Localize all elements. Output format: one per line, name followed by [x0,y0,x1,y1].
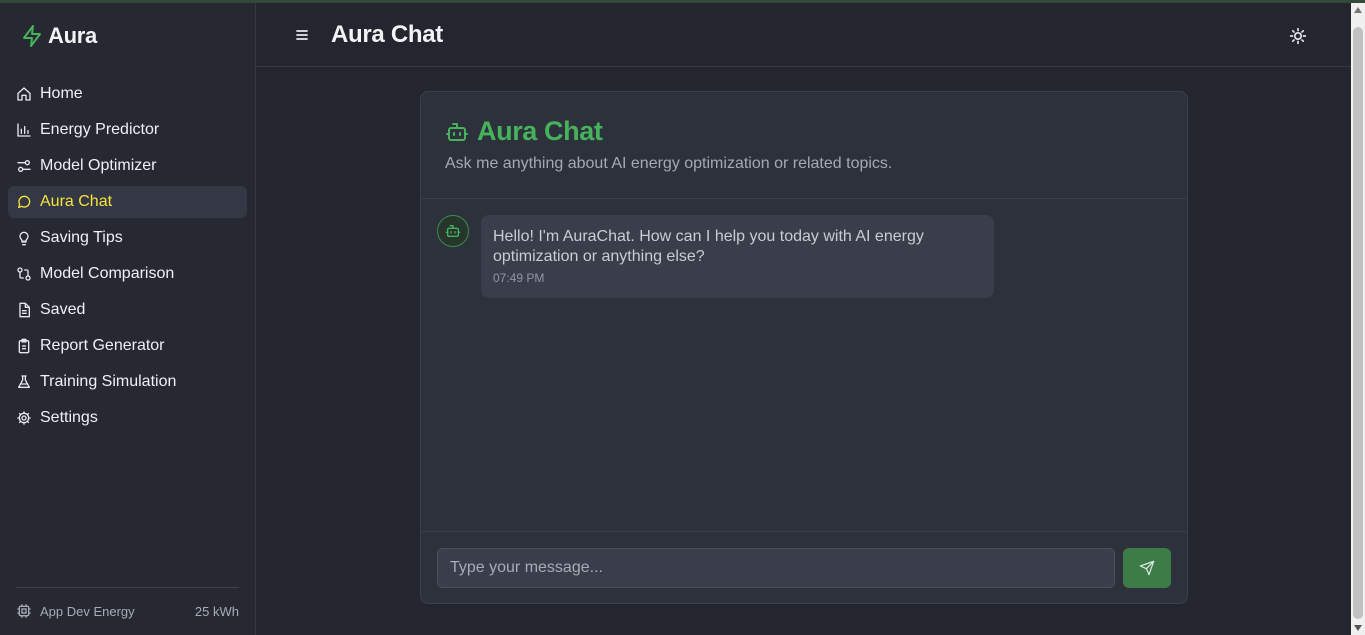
sidebar-item-label: Settings [40,409,98,426]
hamburger-menu-icon[interactable] [292,25,312,45]
sidebar-item-label: Energy Predictor [40,121,160,138]
bar-chart-icon [17,123,31,137]
chat-card: Aura Chat Ask me anything about AI energ… [420,91,1188,604]
energy-usage-label: App Dev Energy [40,603,135,619]
bot-message-bubble: Hello! I'm AuraChat. How can I help you … [481,215,994,298]
sidebar-item-label: Aura Chat [40,193,113,210]
chat-title-text: Aura Chat [477,116,603,146]
sidebar-item-label: Saving Tips [40,229,123,246]
sidebar-item-model-comparison[interactable]: Model Comparison [8,258,247,290]
scroll-up-arrow[interactable] [1354,7,1362,13]
sidebar: Aura Home Energy Predictor Model Optimiz… [0,3,256,635]
sidebar-item-label: Training Simulation [40,373,177,390]
sidebar-item-aura-chat[interactable]: Aura Chat [8,186,247,218]
sidebar-nav: Home Energy Predictor Model Optimizer Au… [8,78,247,438]
chat-title: Aura Chat [445,116,603,147]
scroll-thumb[interactable] [1353,27,1363,619]
brand-name: Aura [48,23,97,48]
message-circle-icon [18,195,31,208]
sidebar-item-label: Model Comparison [40,265,175,282]
clipboard-icon [18,338,30,354]
sidebar-item-saving-tips[interactable]: Saving Tips [8,222,247,254]
scroll-down-arrow[interactable] [1354,625,1362,631]
sidebar-item-settings[interactable]: Settings [8,402,247,434]
chat-subtitle: Ask me anything about AI energy optimiza… [445,155,893,172]
send-icon [1139,560,1155,576]
top-header: Aura Chat [256,3,1351,67]
message-input[interactable] [437,548,1115,588]
file-icon [19,302,30,318]
page-scrollbar[interactable] [1351,3,1365,635]
message-list[interactable]: Hello! I'm AuraChat. How can I help you … [421,199,1187,531]
home-icon [17,87,31,101]
bot-icon [446,122,468,141]
send-button[interactable] [1123,548,1171,588]
sidebar-item-saved[interactable]: Saved [8,294,247,326]
sidebar-item-home[interactable]: Home [8,78,247,110]
cpu-icon [17,604,31,618]
chat-card-header: Aura Chat Ask me anything about AI energ… [421,92,1187,199]
sidebar-item-label: Report Generator [40,337,165,354]
sliders-icon [17,160,31,172]
sidebar-item-label: Saved [40,301,86,318]
lightning-bolt-icon [23,25,41,47]
sidebar-item-training-simulation[interactable]: Training Simulation [8,366,247,398]
brand-logo[interactable]: Aura [20,23,97,49]
sidebar-item-label: Model Optimizer [40,157,157,174]
flask-icon [18,375,30,388]
energy-usage-value: 25 kWh [194,603,239,619]
message-text: Hello! I'm AuraChat. How can I help you … [493,228,924,265]
compare-arrows-icon [17,267,31,281]
sidebar-item-report-generator[interactable]: Report Generator [8,330,247,362]
sidebar-item-label: Home [40,85,83,102]
bot-avatar [437,215,469,247]
lightbulb-icon [19,231,29,246]
energy-usage-footer: App Dev Energy 25 kWh [16,587,239,619]
sidebar-item-energy-predictor[interactable]: Energy Predictor [8,114,247,146]
page-title: Aura Chat [331,21,443,48]
bot-icon [445,225,461,237]
message-composer [421,531,1187,603]
gear-icon [17,411,31,425]
sun-icon[interactable] [1287,25,1309,47]
message-timestamp: 07:49 PM [493,271,545,285]
sidebar-item-model-optimizer[interactable]: Model Optimizer [8,150,247,182]
